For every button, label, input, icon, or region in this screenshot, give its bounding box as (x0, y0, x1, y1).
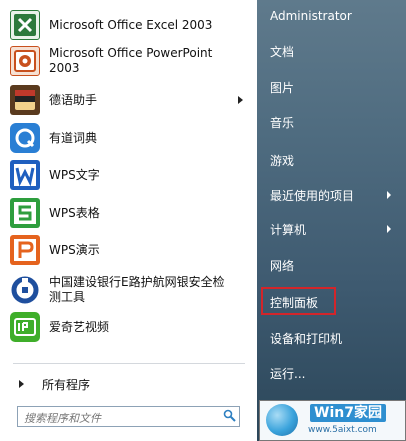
ccb-security-icon (10, 275, 40, 305)
program-item-youdao[interactable]: 有道词典 (3, 121, 253, 155)
program-item-wps-spreadsheet[interactable]: WPS表格 (3, 196, 253, 230)
all-programs-button[interactable]: 所有程序 (3, 373, 253, 395)
places-pictures[interactable]: 图片 (270, 79, 294, 96)
globe-icon (266, 404, 298, 436)
programs-panel: Microsoft Office Excel 2003 Microsoft Of… (3, 3, 253, 403)
program-label: WPS文字 (49, 167, 100, 182)
submenu-arrow-icon (387, 191, 391, 199)
program-item-excel[interactable]: Microsoft Office Excel 2003 (3, 8, 253, 42)
places-music[interactable]: 音乐 (270, 114, 294, 131)
watermark-title: Win7家园 (310, 404, 386, 422)
search-box[interactable] (17, 406, 240, 427)
watermark-logo: Win7家园 www.5aixt.com (259, 400, 406, 441)
program-label: 中国建设银行E路护航网银安全检测工具 (49, 275, 225, 304)
wps-writer-icon (10, 160, 40, 190)
program-item-wps-writer[interactable]: WPS文字 (3, 158, 253, 192)
program-label: 爱奇艺视频 (49, 319, 110, 334)
places-network[interactable]: 网络 (270, 257, 294, 274)
german-assistant-icon (10, 85, 40, 115)
excel-icon (10, 10, 40, 40)
program-item-iqiyi[interactable]: 爱奇艺视频 (3, 310, 253, 344)
program-item-powerpoint[interactable]: Microsoft Office PowerPoint 2003 (3, 43, 253, 79)
search-icon[interactable] (223, 409, 236, 422)
places-documents[interactable]: 文档 (270, 43, 294, 60)
arrow-right-icon (19, 380, 24, 388)
watermark-url: www.5aixt.com (308, 425, 377, 435)
program-item-ccb-security[interactable]: 中国建设银行E路护航网银安全检测工具 (3, 271, 253, 309)
places-recent-items[interactable]: 最近使用的项目 (270, 187, 400, 204)
program-item-german-assistant[interactable]: 德语助手 (3, 83, 253, 117)
program-label: Microsoft Office Excel 2003 (49, 17, 213, 32)
submenu-arrow-icon (387, 225, 391, 233)
wps-spreadsheet-icon (10, 198, 40, 228)
highlight-box (261, 287, 336, 315)
program-label: 有道词典 (49, 130, 98, 145)
wps-presentation-icon (10, 235, 40, 265)
program-label: Microsoft Office PowerPoint 2003 (49, 46, 213, 75)
places-games[interactable]: 游戏 (270, 152, 294, 169)
places-computer[interactable]: 计算机 (270, 221, 400, 238)
program-label: WPS表格 (49, 205, 100, 220)
places-panel: Administrator 文档 图片 音乐 游戏 最近使用的项目 计算机 网络… (257, 0, 406, 441)
powerpoint-icon (10, 46, 40, 76)
search-input[interactable] (24, 410, 214, 427)
separator (13, 363, 245, 364)
program-item-wps-presentation[interactable]: WPS演示 (3, 233, 253, 267)
places-devices-printers[interactable]: 设备和打印机 (270, 330, 342, 347)
submenu-arrow-icon (238, 96, 243, 104)
places-run[interactable]: 运行... (270, 365, 305, 382)
start-menu: Microsoft Office Excel 2003 Microsoft Of… (0, 0, 406, 441)
all-programs-label: 所有程序 (42, 377, 91, 392)
places-recent-items-label: 最近使用的项目 (270, 189, 355, 203)
iqiyi-icon (10, 312, 40, 342)
program-label: 德语助手 (49, 92, 98, 107)
youdao-dictionary-icon (10, 123, 40, 153)
places-computer-label: 计算机 (270, 223, 307, 237)
program-label: WPS演示 (49, 242, 100, 257)
user-name[interactable]: Administrator (270, 9, 352, 23)
